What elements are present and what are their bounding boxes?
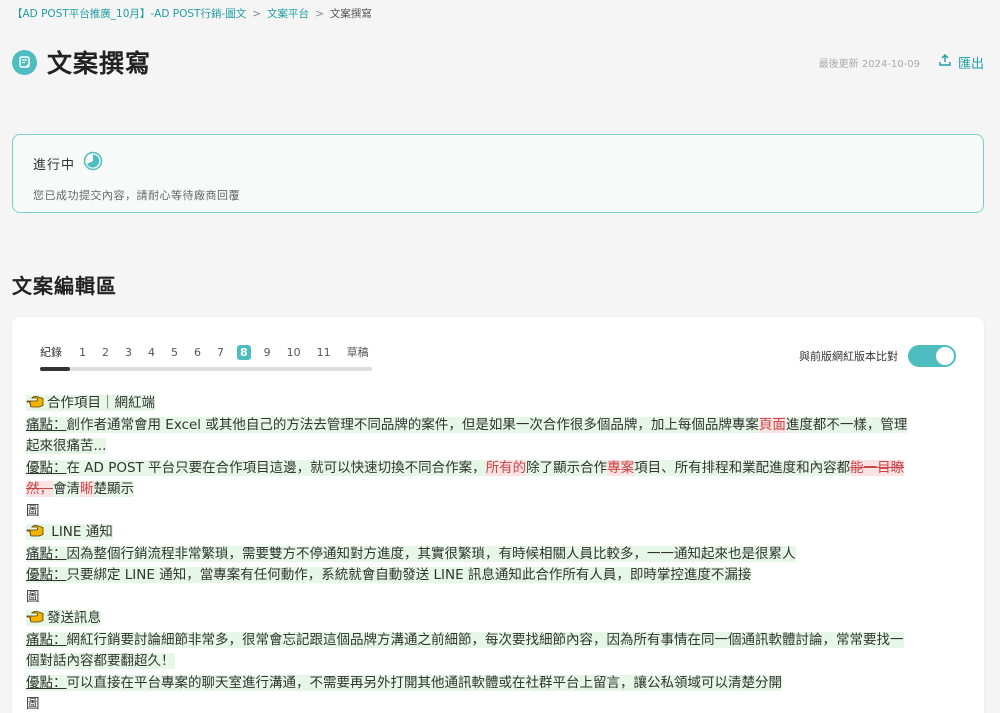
content-inserted-text: 晰 <box>80 481 94 497</box>
content-heading: 合作項目｜網紅端 <box>47 395 155 411</box>
content-label: 優點： <box>26 567 67 583</box>
version-tab-8[interactable]: 8 <box>237 344 251 360</box>
content-heading: LINE 通知 <box>51 524 113 540</box>
breadcrumb-separator: > <box>315 7 324 20</box>
content-label: 痛點： <box>26 545 67 562</box>
content-inserted-text: 頁面 <box>758 416 786 433</box>
pointing-hand-icon <box>26 611 44 623</box>
version-tab-1[interactable]: 1 <box>76 345 89 360</box>
last-updated-text: 最後更新 2024-10-09 <box>818 58 920 70</box>
version-tab-2[interactable]: 2 <box>99 345 112 360</box>
status-description: 您已成功提交內容，請耐心等待廠商回覆 <box>33 189 240 202</box>
breadcrumb-project-link[interactable]: 【AD POST平台推廣_10月】-AD POST行銷-圖文 <box>12 6 246 21</box>
breadcrumb-current: 文案撰寫 <box>329 8 372 20</box>
page-header: 文案撰寫 最後更新 2024-10-09 匯出 <box>12 45 984 79</box>
content-text: 在 AD POST 平台只要在合作項目這邊，就可以快速切換不同合作案， <box>66 459 486 476</box>
pointing-hand-icon <box>26 396 44 408</box>
progress-half-icon <box>83 151 103 175</box>
export-button[interactable]: 匯出 <box>938 53 984 72</box>
version-tab-10[interactable]: 10 <box>284 345 304 360</box>
content-text: 進度都不一樣，管理 <box>785 416 908 433</box>
content-inserted-text: 專案 <box>607 459 635 476</box>
content-text: 起來很痛苦... <box>26 438 107 454</box>
status-card: 進行中 您已成功提交內容，請耐心等待廠商回覆 <box>12 134 984 213</box>
content-text: 創作者通常會用 Excel 或其他自己的方法去管理不同品牌的案件，但是如果一次合… <box>66 416 759 433</box>
image-placeholder: 圖 <box>26 502 40 519</box>
version-scrollbar[interactable] <box>40 367 372 371</box>
image-placeholder: 圖 <box>26 588 40 605</box>
version-tab-6[interactable]: 6 <box>191 345 204 360</box>
version-history-label: 紀錄 <box>40 346 62 359</box>
content-text: 項目、所有排程和業配進度和內容都 <box>634 459 851 476</box>
content-label: 痛點： <box>26 631 67 648</box>
compare-toggle[interactable] <box>908 345 956 367</box>
version-scrollbar-thumb[interactable] <box>40 367 70 371</box>
editor-card: 紀錄 1 2 3 4 5 6 7 8 9 10 11 草稿 與前版網紅版本比對 … <box>12 317 984 713</box>
breadcrumb-platform-link[interactable]: 文案平台 <box>267 6 309 21</box>
version-tab-draft[interactable]: 草稿 <box>344 343 372 361</box>
content-deleted-text: 然， <box>26 481 53 497</box>
version-tab-11[interactable]: 11 <box>314 345 334 360</box>
content-heading: 發送訊息 <box>47 610 101 626</box>
content-text: 除了顯示合作 <box>526 459 608 476</box>
export-label: 匯出 <box>957 56 984 72</box>
content-label: 痛點： <box>26 416 67 433</box>
page-title: 文案撰寫 <box>47 49 152 78</box>
content-text: 因為整個行銷流程非常繁瑣，需要雙方不停通知對方進度，其實很繁瑣，有時候相關人員比… <box>66 545 796 562</box>
content-label: 優點： <box>26 674 67 691</box>
status-title: 進行中 <box>33 157 76 173</box>
image-placeholder: 圖 <box>26 696 40 712</box>
content-text: 可以直接在平台專案的聊天室進行溝通，不需要再另外打開其他通訊軟體或在社群平台上留… <box>66 674 782 691</box>
compare-toggle-group: 與前版網紅版本比對 <box>799 345 956 367</box>
content-inserted-text: 所有的 <box>485 459 527 476</box>
breadcrumb-separator: > <box>252 7 262 20</box>
edit-note-icon <box>12 49 37 75</box>
content-text: 會清 <box>53 481 80 497</box>
version-tab-9[interactable]: 9 <box>261 345 274 360</box>
content-text: 楚顯示 <box>93 481 134 497</box>
content-text: 網紅行銷要討論細節非常多，很常會忘記跟這個品牌方溝通之前細節，每次要找細節內容，… <box>66 631 904 648</box>
content-text: 個對話內容都要翻超久！ <box>26 653 175 669</box>
version-tab-5[interactable]: 5 <box>168 345 181 360</box>
version-tab-7[interactable]: 7 <box>214 345 227 360</box>
compare-label: 與前版網紅版本比對 <box>799 350 898 363</box>
upload-icon <box>938 53 952 71</box>
section-title: 文案編輯區 <box>12 274 117 298</box>
content-deleted-text: 能一目瞭 <box>850 459 905 476</box>
breadcrumb: 【AD POST平台推廣_10月】-AD POST行銷-圖文 > 文案平台 > … <box>12 6 372 21</box>
pointing-hand-icon <box>26 525 44 537</box>
version-tab-4[interactable]: 4 <box>145 345 158 360</box>
content-text: 只要綁定 LINE 通知，當專案有任何動作，系統就會自動發送 LINE 訊息通知… <box>66 567 752 583</box>
content-label: 優點： <box>26 459 67 476</box>
copy-content[interactable]: 合作項目｜網紅端 痛點：創作者通常會用 Excel 或其他自己的方法去管理不同品… <box>26 393 970 713</box>
version-tab-3[interactable]: 3 <box>122 345 135 360</box>
version-history-bar: 紀錄 1 2 3 4 5 6 7 8 9 10 11 草稿 <box>40 343 372 371</box>
